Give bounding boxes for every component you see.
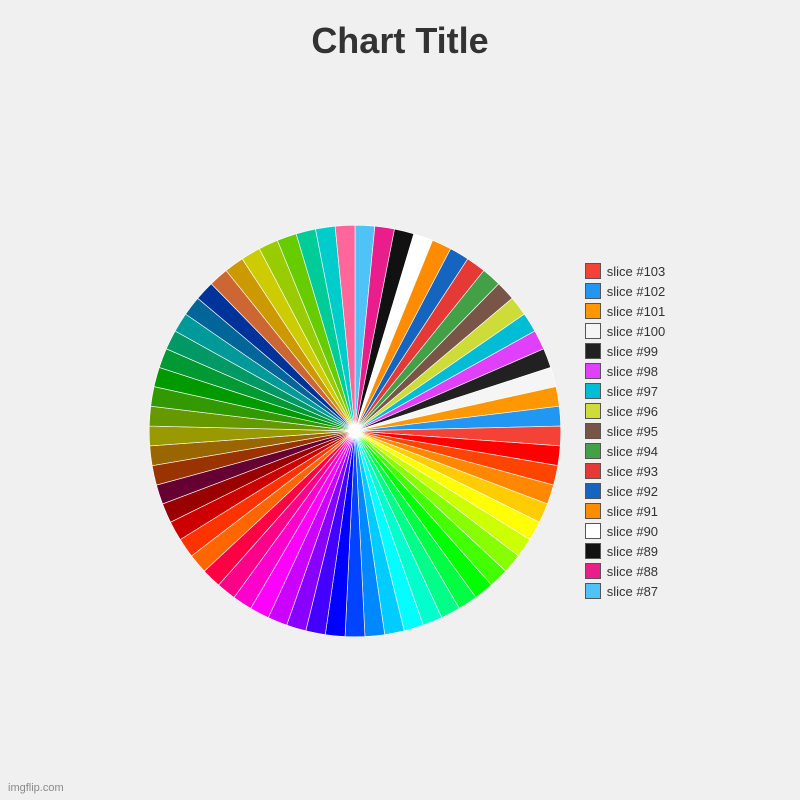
legend-label: slice #87 [607,584,658,599]
legend-label: slice #98 [607,364,658,379]
legend-label: slice #97 [607,384,658,399]
legend-swatch [585,363,601,379]
legend-item: slice #94 [585,443,666,459]
legend-label: slice #94 [607,444,658,459]
legend-label: slice #99 [607,344,658,359]
legend-swatch [585,503,601,519]
legend-swatch [585,443,601,459]
legend-swatch [585,483,601,499]
legend-item: slice #91 [585,503,666,519]
legend-label: slice #92 [607,484,658,499]
chart-title: Chart Title [311,20,488,62]
legend-item: slice #87 [585,583,666,599]
legend-swatch [585,383,601,399]
legend-label: slice #102 [607,284,666,299]
legend-swatch [585,303,601,319]
legend-item: slice #93 [585,463,666,479]
legend-label: slice #100 [607,324,666,339]
legend-swatch [585,343,601,359]
watermark: imgflip.com [8,782,64,794]
legend-label: slice #96 [607,404,658,419]
legend-item: slice #95 [585,423,666,439]
legend-item: slice #92 [585,483,666,499]
legend-swatch [585,523,601,539]
legend-item: slice #103 [585,263,666,279]
legend-item: slice #90 [585,523,666,539]
chart-container: Chart Title slice #103slice #102slice #1… [0,0,800,800]
legend-label: slice #89 [607,544,658,559]
legend-label: slice #103 [607,264,666,279]
legend-item: slice #100 [585,323,666,339]
legend-item: slice #101 [585,303,666,319]
legend-swatch [585,283,601,299]
legend-item: slice #88 [585,563,666,579]
legend-label: slice #95 [607,424,658,439]
legend-swatch [585,583,601,599]
legend-swatch [585,463,601,479]
pie-chart [145,221,565,641]
legend-swatch [585,263,601,279]
legend-item: slice #99 [585,343,666,359]
legend-item: slice #102 [585,283,666,299]
legend-swatch [585,543,601,559]
legend-item: slice #89 [585,543,666,559]
legend-label: slice #101 [607,304,666,319]
legend-swatch [585,403,601,419]
chart-body: slice #103 slice #102 slice #101 slice #100… [0,72,800,800]
legend-item: slice #96 [585,403,666,419]
legend-label: slice #88 [607,564,658,579]
legend-swatch [585,563,601,579]
legend-item: slice #97 [585,383,666,399]
legend-swatch [585,323,601,339]
legend-label: slice #93 [607,464,658,479]
legend-label: slice #90 [607,524,658,539]
legend: slice #103 slice #102 slice #101 slice #100… [585,263,666,599]
legend-swatch [585,423,601,439]
legend-label: slice #91 [607,504,658,519]
legend-item: slice #98 [585,363,666,379]
